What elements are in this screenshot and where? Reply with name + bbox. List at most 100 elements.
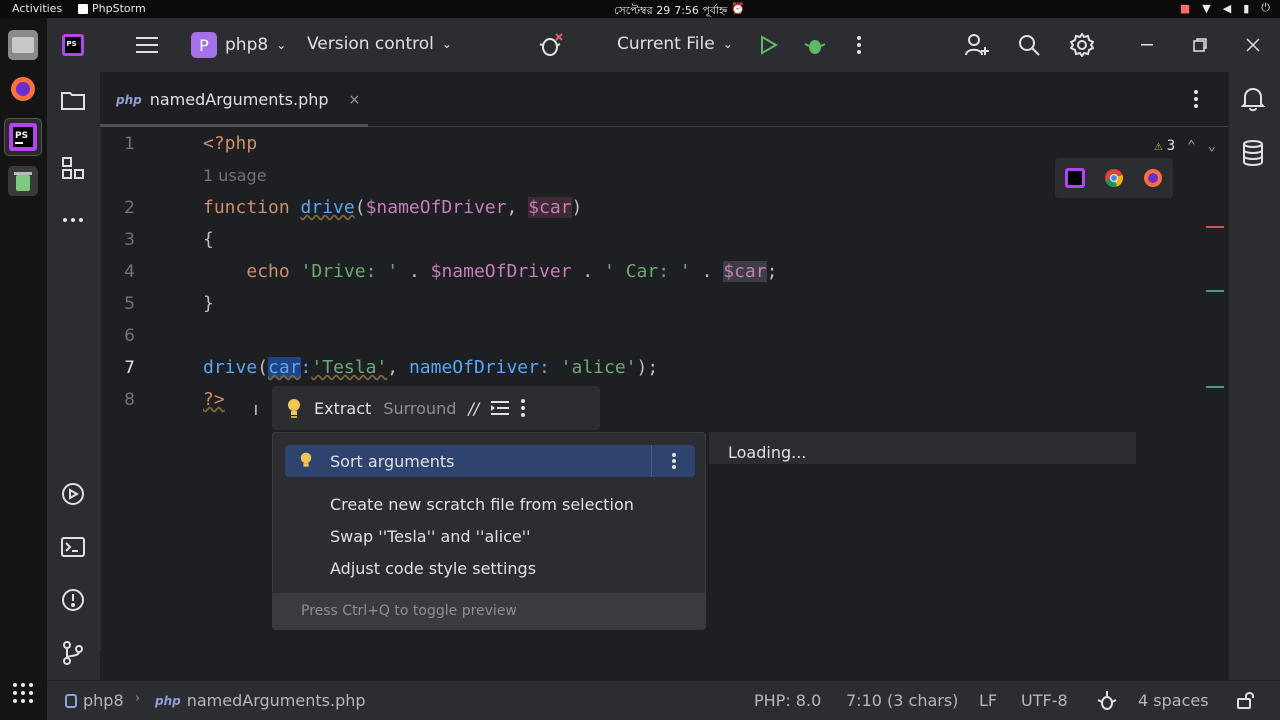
- comment-icon[interactable]: //: [468, 399, 479, 418]
- indent-widget[interactable]: 4 spaces: [1138, 691, 1209, 710]
- intention-preview: Loading...: [709, 432, 1136, 464]
- reformat-icon[interactable]: [491, 401, 510, 415]
- project-badge: P: [191, 32, 217, 58]
- encoding-widget[interactable]: UTF-8: [1021, 691, 1068, 710]
- usage-hint[interactable]: 1 usage: [203, 166, 267, 185]
- breadcrumb-project-label: php8: [83, 691, 124, 710]
- keyword-echo: echo: [246, 261, 290, 282]
- editor-tab-bar: php namedArguments.php ×: [100, 72, 1228, 127]
- chevron-down-icon: ⌄: [441, 37, 452, 51]
- screen-record-icon: ■: [1179, 1, 1191, 15]
- concat-operator: .: [398, 261, 431, 282]
- run-icon[interactable]: [755, 31, 783, 59]
- services-icon[interactable]: [59, 480, 87, 508]
- line-separator-widget[interactable]: LF: [979, 691, 997, 710]
- tab-close-icon[interactable]: ×: [349, 92, 361, 108]
- code-line-5: }: [203, 293, 214, 314]
- intention-item-scratch-file[interactable]: Create new scratch file from selection: [285, 488, 695, 520]
- code-line-3: {: [203, 229, 214, 250]
- line-number: 7: [124, 358, 135, 378]
- files-icon[interactable]: [8, 30, 38, 60]
- minimize-icon[interactable]: [1133, 31, 1161, 59]
- breadcrumb-file[interactable]: php namedArguments.php: [155, 691, 366, 710]
- previous-problem-icon[interactable]: ⌃: [1187, 138, 1195, 154]
- debug-disabled-icon[interactable]: [537, 31, 565, 59]
- intention-item-sort-arguments[interactable]: Sort arguments: [285, 445, 695, 477]
- extract-button[interactable]: Extract: [314, 399, 371, 418]
- param-car: $car: [528, 197, 572, 218]
- keyword-function: function: [203, 197, 290, 218]
- read-only-lock-icon[interactable]: [1237, 691, 1255, 709]
- editor-tab[interactable]: php namedArguments.php ×: [100, 72, 368, 127]
- chrome-icon[interactable]: [1104, 168, 1124, 188]
- git-icon[interactable]: [59, 639, 87, 667]
- run-config-label: Current File: [617, 34, 715, 54]
- project-selector[interactable]: P php8 ⌄: [191, 32, 286, 58]
- project-folder-icon[interactable]: [59, 86, 87, 114]
- svg-text:PS: PS: [15, 131, 28, 141]
- warning-icon: ⚠: [1154, 138, 1163, 154]
- change-stripe-mark: [1206, 386, 1224, 388]
- restore-icon[interactable]: [1186, 31, 1214, 59]
- run-config-selector[interactable]: Current File ⌄: [617, 34, 733, 54]
- app-menu[interactable]: PhpStorm: [78, 2, 146, 15]
- vcs-menu[interactable]: Version control ⌄: [307, 34, 452, 54]
- system-tray[interactable]: ■ ▼ ◀ ▮ ⏻: [1180, 1, 1270, 15]
- intention-actions-popup: Sort arguments Create new scratch file f…: [272, 432, 706, 630]
- battery-icon: ▮: [1243, 1, 1250, 15]
- code-line-4: echo 'Drive: ' . $nameOfDriver . ' Car: …: [246, 261, 778, 282]
- apps-grid-icon[interactable]: [12, 682, 34, 704]
- main-menu-icon[interactable]: [133, 31, 161, 59]
- firefox-icon[interactable]: [8, 74, 38, 104]
- database-icon[interactable]: [1242, 140, 1264, 166]
- line-number: 4: [124, 262, 135, 282]
- php-version-widget[interactable]: PHP: 8.0: [754, 691, 821, 710]
- right-tool-strip: [1228, 72, 1280, 680]
- phpstorm-icon[interactable]: PS: [4, 118, 42, 156]
- tab-options-icon[interactable]: [1194, 90, 1198, 108]
- settings-gear-icon[interactable]: [1068, 31, 1096, 59]
- line-number: 2: [124, 198, 135, 218]
- more-options-icon[interactable]: [521, 399, 526, 417]
- intention-item-label: Swap ''Tesla'' and ''alice'': [330, 526, 531, 546]
- more-actions-icon[interactable]: [845, 31, 873, 59]
- line-number: 6: [124, 326, 135, 346]
- error-stripe-mark: [1206, 226, 1224, 228]
- surround-button[interactable]: Surround: [383, 399, 456, 418]
- search-icon[interactable]: [1015, 31, 1043, 59]
- vcs-label: Version control: [307, 34, 434, 54]
- phpstorm-logo-icon[interactable]: PS: [59, 31, 87, 59]
- trash-icon[interactable]: [8, 166, 38, 196]
- breadcrumb-project[interactable]: php8: [65, 691, 124, 710]
- code-inspection-icon[interactable]: [1097, 691, 1117, 711]
- string-literal: 'alice': [560, 357, 637, 378]
- more-tools-icon[interactable]: [59, 206, 87, 234]
- close-window-icon[interactable]: [1239, 31, 1267, 59]
- php-open-tag: <?php: [203, 133, 258, 154]
- notifications-bell-icon[interactable]: [1241, 86, 1265, 112]
- browser-popup: [1055, 158, 1173, 198]
- debug-icon[interactable]: [801, 31, 829, 59]
- function-name: drive: [300, 197, 355, 218]
- lightbulb-icon[interactable]: [286, 398, 302, 418]
- item-options-icon[interactable]: [651, 445, 695, 477]
- next-problem-icon[interactable]: ⌄: [1208, 138, 1216, 154]
- phpstorm-browser-icon[interactable]: [1064, 168, 1085, 188]
- project-name: php8: [225, 35, 269, 55]
- add-user-icon[interactable]: [963, 31, 991, 59]
- function-call: drive: [203, 357, 258, 378]
- structure-icon[interactable]: [59, 154, 87, 182]
- warnings-count: 3: [1166, 138, 1176, 154]
- intention-item-label: Adjust code style settings: [330, 558, 537, 578]
- activities-button[interactable]: Activities: [12, 2, 62, 15]
- string-literal: 'Tesla': [311, 357, 388, 378]
- intention-item-swap[interactable]: Swap ''Tesla'' and ''alice'': [285, 520, 695, 552]
- terminal-icon[interactable]: [59, 533, 87, 561]
- problems-icon[interactable]: [59, 586, 87, 614]
- warnings-indicator[interactable]: ⚠ 3: [1154, 138, 1175, 154]
- chevron-down-icon: ⌄: [722, 37, 733, 51]
- intention-item-code-style[interactable]: Adjust code style settings: [285, 552, 695, 584]
- caret-position-widget[interactable]: 7:10 (3 chars): [846, 691, 958, 710]
- firefox-browser-icon[interactable]: [1143, 168, 1163, 188]
- problems-widget[interactable]: ⚠ 3 ⌃ ⌄: [1154, 138, 1216, 154]
